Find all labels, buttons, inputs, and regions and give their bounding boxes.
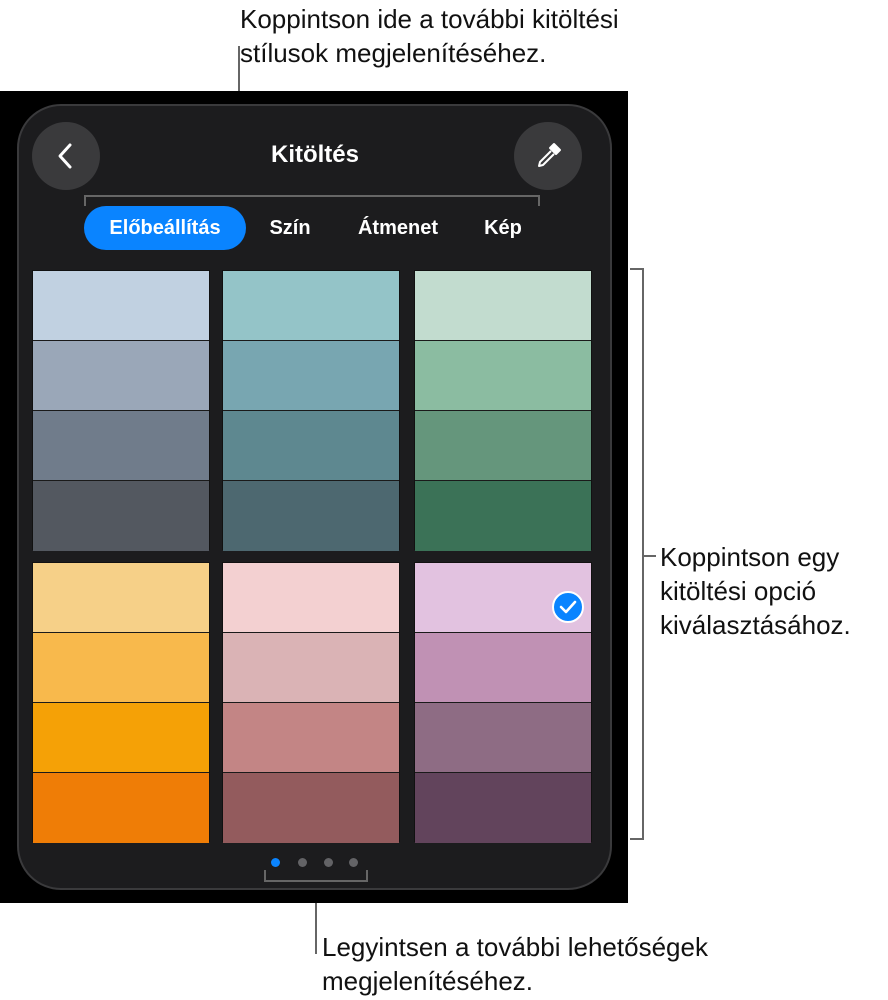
swatch-group-4[interactable] [32,562,210,843]
callout-select-hint-line3: kiválasztásához. [660,610,851,640]
swatch [223,773,399,843]
callout-select-hint-line2: kitöltési opció [660,576,817,606]
callout-tab-hint-line2: stílusok megjelenítéséhez. [240,38,547,68]
swatch [415,411,591,481]
swatch [33,633,209,703]
swatch [415,481,591,551]
swatch [415,341,591,411]
callout-line-right-pointer [644,555,656,557]
back-button[interactable] [32,122,100,190]
swatch [415,703,591,773]
swatch [223,563,399,633]
callout-line-right [642,268,644,840]
dots-bracket-right [366,870,368,882]
swatch-group-2[interactable] [222,270,400,551]
callout-tab-hint-line1: Koppintson ide a további kitöltési [240,4,619,34]
swatch [33,341,209,411]
callout-swipe-hint-line1: Legyintsen a további lehetőségek [322,932,708,962]
swatch [33,481,209,551]
checkmark-icon [559,600,577,614]
chevron-left-icon [58,143,72,169]
swatch [33,271,209,341]
swatch [33,563,209,633]
selected-checkmark [552,591,584,623]
callout-swipe-hint-line2: megjelenítéséhez. [322,966,534,996]
swatch [415,633,591,703]
callout-tab-hint: Koppintson ide a további kitöltési stílu… [240,2,619,70]
page-dot-2[interactable] [298,858,307,867]
page-dot-1[interactable] [271,858,280,867]
swatch [415,271,591,341]
page-dot-4[interactable] [349,858,358,867]
eyedropper-icon [538,143,561,167]
tabs-bracket-top [84,195,540,197]
swatch-group-5[interactable] [222,562,400,843]
tab-image[interactable]: Kép [474,206,532,250]
swatch [33,411,209,481]
tab-gradient[interactable]: Átmenet [346,206,450,250]
swatch [415,773,591,843]
sheet-title: Kitöltés [270,141,359,168]
tabs-bracket-left [84,195,86,206]
callout-line-right-tick-bottom [630,838,644,840]
callout-select-hint-line1: Koppintson egy [660,542,840,572]
dots-bracket-left [264,870,266,882]
swatch [33,773,209,843]
page-dot-3[interactable] [324,858,333,867]
swatch [223,481,399,551]
tab-color[interactable]: Szín [258,206,322,250]
callout-select-hint: Koppintson egy kitöltési opció kiválaszt… [660,540,851,642]
callout-swipe-hint: Legyintsen a további lehetőségek megjele… [322,930,708,998]
swatch-group-1[interactable] [32,270,210,551]
swatch [223,633,399,703]
tab-preset[interactable]: Előbeállítás [84,206,246,250]
callout-line-right-tick-top [630,268,644,270]
eyedropper-button[interactable] [514,122,582,190]
swatch [223,271,399,341]
swatch [223,341,399,411]
dots-bracket-bottom [264,880,368,882]
tabs-bracket-right [538,195,540,206]
swatch [223,703,399,773]
swatch [223,411,399,481]
swatch [33,703,209,773]
swatch-group-3[interactable] [414,270,592,551]
